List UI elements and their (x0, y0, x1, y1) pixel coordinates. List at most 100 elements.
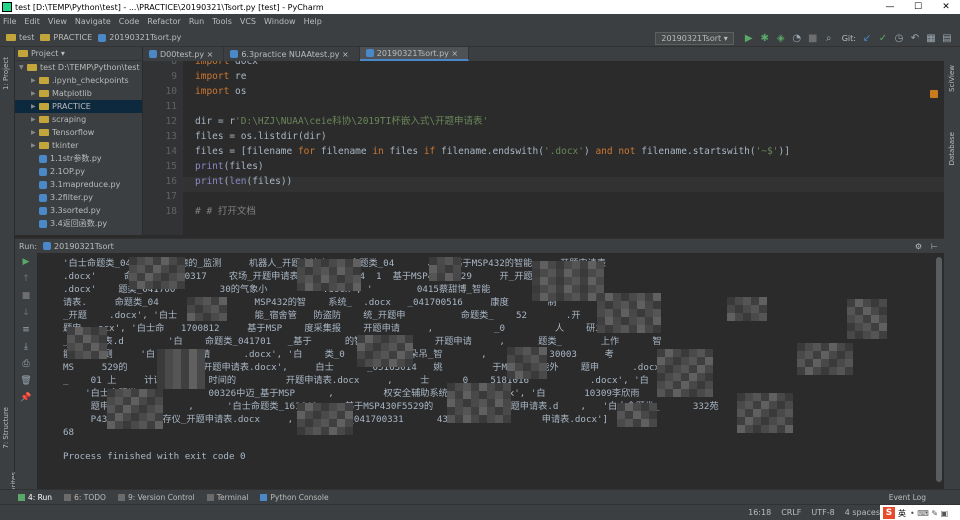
tree-item[interactable]: ▶ Matplotlib (15, 87, 142, 100)
code-line[interactable]: print(files) (195, 159, 264, 174)
project-tool-tab[interactable]: 1: Project (2, 57, 10, 90)
commit-icon[interactable]: ✓ (876, 31, 890, 45)
editor-tab[interactable]: 6.3practice NUAAtest.py × (224, 47, 360, 61)
todo-tool-tab[interactable]: 6: TODO (64, 493, 106, 502)
pin-icon[interactable]: 📌 (15, 389, 37, 406)
history-icon[interactable]: ◷ (892, 31, 906, 45)
tree-item[interactable]: ▶ .ipynb_checkpoints (15, 74, 142, 87)
file-encoding[interactable]: UTF-8 (811, 508, 834, 517)
menu-edit[interactable]: Edit (24, 17, 40, 26)
expand-arrow-icon[interactable]: ▼ (19, 64, 27, 71)
close-button[interactable]: ✕ (932, 0, 960, 14)
menu-code[interactable]: Code (119, 17, 139, 26)
revert-icon[interactable]: ↶ (908, 31, 922, 45)
ime-tools-icons[interactable]: • ⌨ ✎ ▣ (910, 509, 948, 518)
code-token: ) (584, 146, 596, 157)
editor-tab[interactable]: 20190321Tsort.py × (359, 47, 470, 61)
minimize-button[interactable]: — (876, 0, 904, 14)
sogou-icon[interactable]: S (883, 507, 895, 519)
run-tool-tab[interactable]: 4: Run (18, 493, 52, 502)
debug-icon[interactable]: ✱ (758, 31, 772, 45)
caret-position[interactable]: 16:18 (748, 508, 771, 517)
code-line[interactable]: dir = r'D:\HZJ\NUAA\ceie科协\2019TI杯嵌入式\开题… (195, 114, 488, 129)
code-line[interactable]: files = os.listdir(dir) (195, 129, 327, 144)
update-icon[interactable]: ↙ (860, 31, 874, 45)
scroll-to-end-icon[interactable]: ⤓ (15, 338, 37, 355)
run-configuration-select[interactable]: 20190321Tsort ▾ (655, 31, 734, 45)
tree-item[interactable]: 3.4返回函数.py (15, 217, 142, 230)
menu-run[interactable]: Run (189, 17, 204, 26)
menu-help[interactable]: Help (304, 17, 322, 26)
run-tab[interactable]: 20190321Tsort (54, 242, 114, 251)
tree-item[interactable]: 3.1mapreduce.py (15, 178, 142, 191)
expand-arrow-icon[interactable]: ▶ (31, 116, 39, 123)
structure-tool-tab[interactable]: 7: Structure (2, 407, 10, 449)
settings-icon[interactable]: ▦ (924, 31, 938, 45)
scview-tool-tab[interactable]: SciView (948, 65, 956, 92)
python-file-icon (39, 180, 47, 189)
tree-item[interactable]: 1.1str参数.py (15, 152, 142, 165)
tree-item[interactable]: ▶ scraping (15, 113, 142, 126)
tree-item[interactable]: ▶ tkinter (15, 139, 142, 152)
ime-mode[interactable]: 英 (898, 508, 906, 519)
tree-item[interactable]: 3.3sorted.py (15, 204, 142, 217)
tree-item[interactable]: 2.1OP.py (15, 165, 142, 178)
structure-icon[interactable]: ▤ (940, 31, 954, 45)
line-separator[interactable]: CRLF (781, 508, 801, 517)
tree-item[interactable]: ▶ PRACTICE (15, 100, 142, 113)
expand-arrow-icon[interactable]: ▶ (31, 103, 39, 110)
menu-file[interactable]: File (3, 17, 16, 26)
current-line-highlight (183, 177, 944, 192)
expand-arrow-icon[interactable]: ▶ (31, 142, 39, 149)
expand-arrow-icon[interactable]: ▶ (31, 90, 39, 97)
code-line[interactable]: # # 打开文档 (195, 204, 256, 219)
event-log-tab[interactable]: Event Log (889, 493, 926, 502)
menu-vcs[interactable]: VCS (240, 17, 256, 26)
run-icon[interactable]: ▶ (742, 31, 756, 45)
code-line[interactable]: files = [filename for filename in files … (195, 144, 790, 159)
python-console-tool-tab[interactable]: Python Console (260, 492, 329, 502)
menu-navigate[interactable]: Navigate (75, 17, 111, 26)
code-editor[interactable]: 8 9 10 11 12 13 14 15 16 17 18 import docx import r… (143, 61, 944, 235)
expand-arrow-icon[interactable]: ▶ (31, 129, 39, 136)
stop-run-icon[interactable]: ■ (15, 287, 37, 304)
console-scrollbar[interactable] (936, 257, 942, 482)
run-console-output[interactable]: '白士命题类_041601004中德的_监测 机器人_开题申请表.d 命题类_0… (37, 253, 944, 489)
coverage-icon[interactable]: ◈ (774, 31, 788, 45)
maximize-button[interactable]: ☐ (904, 0, 932, 14)
tab-label: Python Console (270, 492, 329, 502)
tree-item[interactable]: ▼ test D:\TEMP\Python\test (15, 61, 142, 74)
menu-refactor[interactable]: Refactor (147, 17, 181, 26)
menu-view[interactable]: View (48, 17, 67, 26)
code-line[interactable]: import docx (195, 61, 258, 69)
scroll-up-icon[interactable]: ↑ (15, 270, 37, 287)
editor-tab[interactable]: D00test.py × (143, 47, 225, 61)
database-tool-tab[interactable]: Database (948, 132, 956, 165)
breadcrumb-practice[interactable]: PRACTICE (40, 33, 92, 42)
profile-icon[interactable]: ◔ (790, 31, 804, 45)
warning-marker-icon[interactable] (930, 90, 938, 98)
code-line[interactable]: import os (195, 84, 247, 99)
menu-window[interactable]: Window (264, 17, 296, 26)
terminal-tool-tab[interactable]: Terminal (206, 493, 248, 502)
trash-icon[interactable]: 🗑 (15, 372, 37, 389)
soft-wrap-icon[interactable]: ≡ (15, 321, 37, 338)
expand-arrow-icon[interactable]: ▶ (31, 77, 39, 84)
code-line[interactable]: print(len(files)) (195, 174, 292, 189)
code-line[interactable]: import re (195, 69, 247, 84)
rerun-icon[interactable]: ▶ (15, 253, 37, 270)
menu-tools[interactable]: Tools (212, 17, 232, 26)
tree-item[interactable]: 3.2filter.py (15, 191, 142, 204)
stop-icon[interactable]: ■ (806, 31, 820, 45)
breadcrumb-test[interactable]: test (6, 33, 34, 42)
hide-panel-icon[interactable]: ⊢ (931, 242, 938, 251)
version-control-tool-tab[interactable]: 9: Version Control (117, 493, 195, 502)
breadcrumb-file[interactable]: 20190321Tsort.py (98, 33, 181, 42)
search-icon[interactable]: ⌕ (822, 31, 836, 45)
print-icon[interactable]: ⎙ (15, 355, 37, 372)
indent-setting[interactable]: 4 spaces (845, 508, 880, 517)
project-panel-header[interactable]: Project ▾ (15, 47, 142, 61)
scroll-down-icon[interactable]: ↓ (15, 304, 37, 321)
tree-item[interactable]: ▶ Tensorflow (15, 126, 142, 139)
gear-icon[interactable]: ⚙ (915, 242, 922, 251)
